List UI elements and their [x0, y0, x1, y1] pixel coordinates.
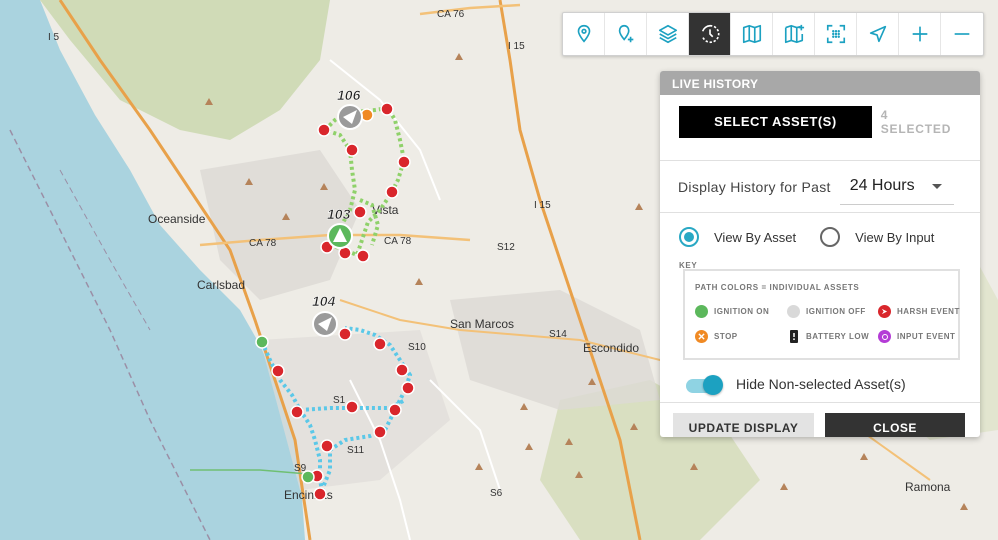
map-label-oceanside: Oceanside	[148, 212, 206, 226]
history-duration-value: 24 Hours	[849, 177, 915, 194]
chevron-down-icon	[931, 183, 942, 189]
map-label-s1: S1	[333, 395, 346, 406]
input-event-icon	[878, 330, 891, 343]
key-heading: PATH COLORS = INDIVIDUAL ASSETS	[695, 283, 860, 292]
map-label-ramona: Ramona	[905, 480, 951, 494]
history-button[interactable]	[689, 13, 731, 55]
key-item-harsh-event: HARSH EVENT	[878, 305, 973, 318]
ignition-on-marker	[301, 470, 315, 484]
map-icon	[742, 24, 761, 44]
geofence-select-button[interactable]	[815, 13, 857, 55]
radio-unchecked-icon	[820, 227, 841, 247]
map-label-i15-mid: I 15	[534, 200, 551, 211]
close-button[interactable]: CLOSE	[825, 413, 965, 437]
asset-select-row: SELECT ASSET(S) 4 SELECTED	[660, 95, 980, 161]
location-pin-button[interactable]	[563, 13, 605, 55]
map-label-s6: S6	[490, 488, 503, 499]
map-button[interactable]	[731, 13, 773, 55]
map-label-ca76: CA 76	[437, 9, 465, 20]
add-location-button[interactable]	[605, 13, 647, 55]
map-label-s12: S12	[497, 242, 515, 253]
key-label: IGNITION ON	[714, 307, 770, 316]
view-mode-row: View By Asset View By Input	[660, 213, 980, 251]
add-map-button[interactable]	[773, 13, 815, 55]
harsh-event-icon	[878, 305, 891, 318]
hide-nonselected-row: Hide Non-selected Asset(s)	[660, 365, 980, 403]
update-display-button[interactable]: UPDATE DISPLAY	[673, 413, 814, 437]
key-title: KEY	[679, 261, 698, 270]
key-label: BATTERY LOW	[806, 332, 870, 341]
key-label: HARSH EVENT	[897, 307, 960, 316]
map-label-san-marcos: San Marcos	[450, 317, 514, 331]
hide-nonselected-label: Hide Non-selected Asset(s)	[736, 375, 906, 392]
key-item-ignition-on: IGNITION ON	[695, 305, 787, 318]
view-by-input-label: View By Input	[855, 229, 935, 245]
history-duration-row: Display History for Past 24 Hours	[660, 161, 980, 213]
key-label: IGNITION OFF	[806, 307, 866, 316]
location-pin-icon	[577, 24, 590, 43]
map-label-carlsbad: Carlsbad	[197, 278, 245, 292]
view-by-asset-radio[interactable]: View By Asset	[679, 227, 796, 247]
hide-nonselected-toggle[interactable]	[686, 374, 723, 395]
asset-label-106: 106	[337, 87, 361, 103]
add-map-icon	[784, 24, 804, 44]
zoom-in-button[interactable]	[899, 13, 941, 55]
selected-count: 4 SELECTED	[880, 107, 952, 136]
map-label-ca78-a: CA 78	[249, 238, 277, 249]
stop-icon	[695, 330, 708, 343]
asset-marker-106[interactable]: 106	[337, 87, 363, 130]
key-item-battery-low: BATTERY LOW	[787, 330, 878, 343]
view-by-asset-label: View By Asset	[714, 229, 797, 245]
asset-marker-103[interactable]: 103	[327, 206, 353, 249]
map-label-i5: I 5	[48, 32, 60, 43]
zoom-out-icon	[954, 33, 970, 35]
map-label-s11: S11	[347, 445, 364, 456]
live-history-panel: LIVE HISTORY SELECT ASSET(S) 4 SELECTED …	[660, 71, 980, 437]
select-assets-button[interactable]: SELECT ASSET(S)	[679, 105, 872, 138]
zoom-out-button[interactable]	[941, 13, 983, 55]
map-label-i15-top: I 15	[508, 41, 525, 52]
key-legend: PATH COLORS = INDIVIDUAL ASSETS IGNITION…	[683, 269, 960, 360]
ignition-on-marker	[255, 335, 269, 349]
map-label-ca78-b: CA 78	[384, 236, 412, 247]
map-label-s10: S10	[408, 342, 426, 353]
view-by-input-radio[interactable]: View By Input	[820, 227, 934, 247]
road	[329, 59, 441, 201]
key-item-stop: STOP	[695, 330, 787, 343]
radio-checked-icon	[679, 227, 699, 247]
navigation-button[interactable]	[857, 13, 899, 55]
asset-label-103: 103	[327, 206, 351, 222]
zoom-in-icon	[912, 26, 927, 42]
ignition-on-icon	[695, 305, 708, 318]
layers-icon	[658, 24, 677, 44]
key-label: INPUT EVENT	[897, 332, 956, 341]
key-label: STOP	[714, 332, 738, 341]
map-toolbar	[562, 12, 984, 56]
map-label-s14: S14	[549, 329, 567, 340]
key-item-ignition-off: IGNITION OFF	[787, 305, 878, 318]
navigation-arrow-icon	[869, 25, 886, 43]
asset-marker-104[interactable]: 104	[312, 293, 338, 337]
ignition-off-icon	[787, 305, 800, 318]
road	[419, 3, 521, 16]
history-icon	[701, 24, 720, 44]
battery-low-icon	[790, 330, 798, 343]
map-label-escondido: Escondido	[583, 341, 639, 355]
geofence-select-icon	[826, 24, 845, 44]
history-label: Display History for Past	[678, 178, 831, 195]
panel-actions: UPDATE DISPLAY CLOSE	[660, 403, 980, 437]
asset-label-104: 104	[312, 293, 336, 309]
panel-title: LIVE HISTORY	[660, 71, 980, 95]
history-duration-select[interactable]: 24 Hours	[839, 169, 954, 205]
key-item-input-event: INPUT EVENT	[878, 330, 973, 343]
layers-button[interactable]	[647, 13, 689, 55]
add-location-icon	[618, 24, 633, 43]
